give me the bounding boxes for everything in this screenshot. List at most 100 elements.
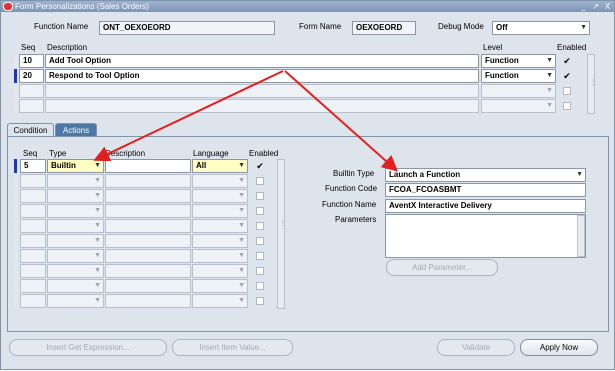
action-description-field[interactable] xyxy=(105,159,191,173)
insert-item-value-button[interactable]: Insert Item Value... xyxy=(172,339,293,356)
rule-seq-field[interactable]: 10 xyxy=(19,54,44,68)
rule-seq-field[interactable] xyxy=(19,84,44,98)
rule-enabled-checkbox[interactable]: ✔ xyxy=(563,72,571,81)
action-description-field[interactable] xyxy=(105,219,191,233)
action-description-field[interactable] xyxy=(105,234,191,248)
action-enabled-checkbox[interactable] xyxy=(256,267,264,275)
validate-button[interactable]: Validate xyxy=(437,339,515,356)
action-language-select[interactable]: ▼ xyxy=(192,279,248,293)
action-seq-field[interactable] xyxy=(20,189,46,203)
action-description-field[interactable] xyxy=(105,294,191,308)
action-language-select[interactable]: ▼ xyxy=(192,174,248,188)
current-row-marker[interactable] xyxy=(14,69,17,83)
row-marker[interactable] xyxy=(14,174,17,188)
action-description-field[interactable] xyxy=(105,204,191,218)
parameters-scrollbar[interactable] xyxy=(577,215,585,257)
action-enabled-checkbox[interactable] xyxy=(256,222,264,230)
action-enabled-checkbox[interactable]: ✔ xyxy=(256,162,264,171)
row-marker[interactable] xyxy=(14,189,17,203)
action-description-field[interactable] xyxy=(105,249,191,263)
row-marker[interactable] xyxy=(14,99,17,113)
action-enabled-checkbox[interactable] xyxy=(256,282,264,290)
parameters-textarea[interactable] xyxy=(385,214,586,258)
row-marker[interactable] xyxy=(14,264,17,278)
rules-scrollbar[interactable]: ⋮ xyxy=(587,54,596,114)
action-language-select[interactable]: ▼ xyxy=(192,264,248,278)
action-description-field[interactable] xyxy=(105,189,191,203)
rule-seq-field[interactable]: 20 xyxy=(19,69,44,83)
action-language-select[interactable]: All ▼ xyxy=(192,159,248,173)
rule-description-field[interactable]: Respond to Tool Option xyxy=(45,69,479,83)
minimize-icon[interactable]: _ xyxy=(579,1,588,12)
action-enabled-checkbox[interactable] xyxy=(256,177,264,185)
action-language-select[interactable]: ▼ xyxy=(192,249,248,263)
action-seq-field[interactable] xyxy=(20,264,46,278)
action-type-select[interactable]: ▼ xyxy=(47,234,104,248)
apply-now-button[interactable]: Apply Now xyxy=(520,339,598,356)
rule-description-field[interactable] xyxy=(45,84,479,98)
action-language-select[interactable]: ▼ xyxy=(192,294,248,308)
action-language-select[interactable]: ▼ xyxy=(192,189,248,203)
action-description-field[interactable] xyxy=(105,174,191,188)
action-seq-field[interactable] xyxy=(20,219,46,233)
rule-description-field[interactable]: Add Tool Option xyxy=(45,54,479,68)
action-type-select[interactable]: ▼ xyxy=(47,189,104,203)
action-seq-field[interactable] xyxy=(20,249,46,263)
action-language-select[interactable]: ▼ xyxy=(192,204,248,218)
rule-enabled-checkbox[interactable]: ✔ xyxy=(563,57,571,66)
action-enabled-checkbox[interactable] xyxy=(256,252,264,260)
action-enabled-checkbox[interactable] xyxy=(256,237,264,245)
function-code-field[interactable]: FCOA_FCOASBMT xyxy=(385,183,586,197)
action-description-field[interactable] xyxy=(105,264,191,278)
row-marker[interactable] xyxy=(14,249,17,263)
builtin-type-select[interactable]: Launch a Function ▼ xyxy=(385,168,586,182)
rule-level-select[interactable]: ▼ xyxy=(481,84,556,98)
rule-description-field[interactable] xyxy=(45,99,479,113)
row-marker[interactable] xyxy=(14,54,17,68)
rule-seq-field[interactable] xyxy=(19,99,44,113)
action-type-select[interactable]: ▼ xyxy=(47,174,104,188)
actions-scrollbar[interactable]: ⋮ xyxy=(277,159,286,309)
form-name-field[interactable]: OEXOEORD xyxy=(352,21,416,35)
rule-enabled-checkbox[interactable] xyxy=(563,102,571,110)
action-seq-field[interactable]: 5 xyxy=(20,159,46,173)
action-description-field[interactable] xyxy=(105,279,191,293)
tab-actions[interactable]: Actions xyxy=(55,123,97,137)
debug-mode-select[interactable]: Off ▼ xyxy=(492,21,590,35)
action-seq-field[interactable] xyxy=(20,174,46,188)
row-marker[interactable] xyxy=(14,294,17,308)
row-marker[interactable] xyxy=(14,84,17,98)
action-type-select[interactable]: ▼ xyxy=(47,249,104,263)
action-enabled-checkbox[interactable] xyxy=(256,297,264,305)
tab-condition[interactable]: Condition xyxy=(7,123,54,137)
function-name-field[interactable]: ONT_OEXOEORD xyxy=(99,21,275,35)
row-marker[interactable] xyxy=(14,234,17,248)
add-parameter-button[interactable]: Add Parameter... xyxy=(386,259,498,276)
action-seq-field[interactable] xyxy=(20,279,46,293)
row-marker[interactable] xyxy=(14,219,17,233)
action-type-select[interactable]: ▼ xyxy=(47,294,104,308)
action-language-select[interactable]: ▼ xyxy=(192,219,248,233)
action-type-select[interactable]: ▼ xyxy=(47,279,104,293)
action-enabled-checkbox[interactable] xyxy=(256,207,264,215)
current-row-marker[interactable] xyxy=(14,159,17,173)
rule-level-select[interactable]: Function ▼ xyxy=(481,69,556,83)
rule-enabled-checkbox[interactable] xyxy=(563,87,571,95)
row-marker[interactable] xyxy=(14,279,17,293)
rule-level-select[interactable]: Function ▼ xyxy=(481,54,556,68)
action-type-select[interactable]: ▼ xyxy=(47,264,104,278)
insert-get-expression-button[interactable]: Insert Get Expression... xyxy=(9,339,167,356)
action-seq-field[interactable] xyxy=(20,294,46,308)
action-language-select[interactable]: ▼ xyxy=(192,234,248,248)
rule-level-select[interactable]: ▼ xyxy=(481,99,556,113)
row-marker[interactable] xyxy=(14,204,17,218)
action-enabled-checkbox[interactable] xyxy=(256,192,264,200)
action-type-select[interactable]: ▼ xyxy=(47,219,104,233)
action-type-select[interactable]: Builtin ▼ xyxy=(47,159,104,173)
action-seq-field[interactable] xyxy=(20,234,46,248)
action-type-select[interactable]: ▼ xyxy=(47,204,104,218)
builtin-function-name-field[interactable]: AventX Interactive Delivery xyxy=(385,199,586,213)
maximize-icon[interactable]: ↗ xyxy=(591,1,600,12)
close-icon[interactable]: X xyxy=(603,1,612,12)
action-seq-field[interactable] xyxy=(20,204,46,218)
